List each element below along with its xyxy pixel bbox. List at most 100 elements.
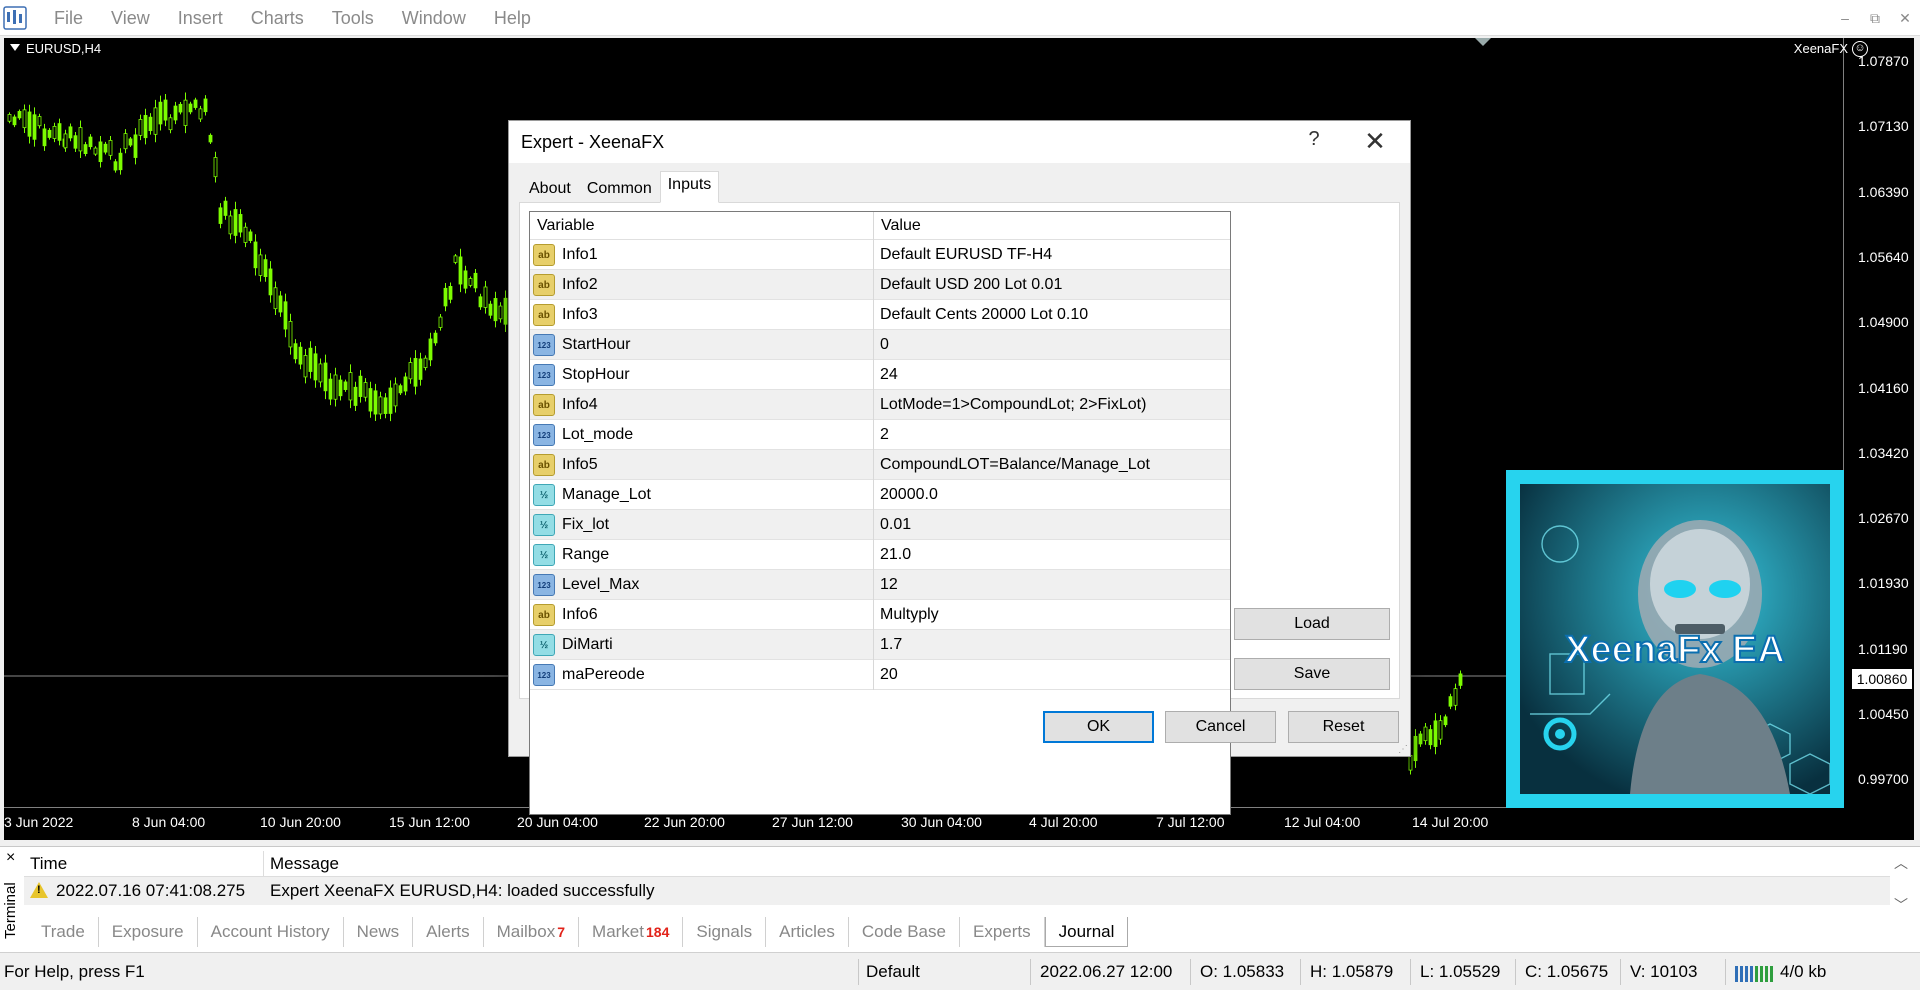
- terminal-tab-alerts[interactable]: Alerts: [413, 917, 484, 947]
- input-row[interactable]: 123 Level_Max 12: [530, 570, 1230, 600]
- scroll-down-icon[interactable]: ﹀: [1894, 895, 1908, 915]
- tab-common[interactable]: Common: [579, 173, 660, 203]
- input-variable-cell[interactable]: ½ Manage_Lot: [530, 480, 874, 510]
- input-row[interactable]: ab Info6 Multyply: [530, 600, 1230, 630]
- load-button[interactable]: Load: [1234, 608, 1390, 640]
- input-value[interactable]: 0.01: [874, 510, 1230, 540]
- input-row[interactable]: 123 maPereode 20: [530, 660, 1230, 690]
- terminal-tab-journal[interactable]: Journal: [1044, 917, 1129, 947]
- minimize-icon[interactable]: –: [1830, 0, 1860, 36]
- input-variable-cell[interactable]: 123 StopHour: [530, 360, 874, 390]
- column-header-variable[interactable]: Variable: [530, 212, 874, 240]
- candle-body: [163, 99, 168, 121]
- input-variable-cell[interactable]: ab Info3: [530, 300, 874, 330]
- input-row[interactable]: ab Info5 CompoundLOT=Balance/Manage_Lot: [530, 450, 1230, 480]
- menu-window[interactable]: Window: [388, 0, 480, 36]
- terminal-tab-articles[interactable]: Articles: [766, 917, 849, 947]
- menu-tools[interactable]: Tools: [318, 0, 388, 36]
- input-row[interactable]: ½ DiMarti 1.7: [530, 630, 1230, 660]
- candle-body: [353, 386, 358, 406]
- terminal-tab-exposure[interactable]: Exposure: [99, 917, 198, 947]
- input-variable-cell[interactable]: ab Info2: [530, 270, 874, 300]
- column-header-message[interactable]: Message: [264, 851, 1864, 877]
- close-window-icon[interactable]: ✕: [1890, 0, 1920, 36]
- input-value[interactable]: CompoundLOT=Balance/Manage_Lot: [874, 450, 1230, 480]
- terminal-tab-mailbox[interactable]: Mailbox 7: [484, 917, 580, 947]
- tab-inputs[interactable]: Inputs: [659, 171, 720, 203]
- terminal-tab-signals[interactable]: Signals: [683, 917, 767, 947]
- input-variable-cell[interactable]: 123 Lot_mode: [530, 420, 874, 450]
- terminal-tab-market[interactable]: Market 184: [579, 917, 684, 947]
- input-value[interactable]: 0: [874, 330, 1230, 360]
- terminal-close-icon[interactable]: ×: [6, 849, 15, 867]
- input-variable-cell[interactable]: 123 maPereode: [530, 660, 874, 690]
- reset-button[interactable]: Reset: [1288, 711, 1399, 743]
- input-row[interactable]: ½ Manage_Lot 20000.0: [530, 480, 1230, 510]
- candle-body: [218, 207, 223, 224]
- terminal-tab-account-history[interactable]: Account History: [198, 917, 344, 947]
- input-row[interactable]: ab Info4 LotMode=1>CompoundLot; 2>FixLot): [530, 390, 1230, 420]
- terminal-tab-news[interactable]: News: [344, 917, 414, 947]
- input-variable-cell[interactable]: ab Info5: [530, 450, 874, 480]
- input-row[interactable]: ½ Range 21.0: [530, 540, 1230, 570]
- input-value[interactable]: 2: [874, 420, 1230, 450]
- column-header-time[interactable]: Time: [24, 851, 264, 877]
- input-row[interactable]: ab Info2 Default USD 200 Lot 0.01: [530, 270, 1230, 300]
- input-variable-cell[interactable]: ab Info1: [530, 240, 874, 270]
- scroll-up-icon[interactable]: ︿: [1894, 853, 1908, 873]
- input-variable-cell[interactable]: ab Info6: [530, 600, 874, 630]
- input-variable-cell[interactable]: ½ DiMarti: [530, 630, 874, 660]
- input-value[interactable]: 12: [874, 570, 1230, 600]
- input-row[interactable]: ab Info1 Default EURUSD TF-H4: [530, 240, 1230, 270]
- input-value[interactable]: 24: [874, 360, 1230, 390]
- candle-body: [133, 134, 138, 158]
- journal-time: 2022.07.16 07:41:08.275: [56, 881, 246, 900]
- input-value[interactable]: 1.7: [874, 630, 1230, 660]
- input-value[interactable]: Multyply: [874, 600, 1230, 630]
- input-value[interactable]: Default EURUSD TF-H4: [874, 240, 1230, 270]
- menu-charts[interactable]: Charts: [237, 0, 318, 36]
- tab-about[interactable]: About: [521, 173, 579, 203]
- ok-button[interactable]: OK: [1043, 711, 1154, 743]
- input-variable-cell[interactable]: ½ Range: [530, 540, 874, 570]
- cancel-button[interactable]: Cancel: [1165, 711, 1276, 743]
- menu-help[interactable]: Help: [480, 0, 545, 36]
- input-variable-cell[interactable]: 123 Level_Max: [530, 570, 874, 600]
- input-value[interactable]: 20000.0: [874, 480, 1230, 510]
- input-row[interactable]: ab Info3 Default Cents 20000 Lot 0.10: [530, 300, 1230, 330]
- candle-body: [478, 296, 483, 308]
- terminal-tab-trade[interactable]: Trade: [28, 917, 99, 947]
- menu-file[interactable]: File: [40, 0, 97, 36]
- input-variable-cell[interactable]: ab Info4: [530, 390, 874, 420]
- symbol-dropdown-icon[interactable]: [10, 44, 20, 51]
- input-value[interactable]: LotMode=1>CompoundLot; 2>FixLot): [874, 390, 1230, 420]
- input-row[interactable]: 123 Lot_mode 2: [530, 420, 1230, 450]
- status-profile[interactable]: Default: [866, 953, 920, 990]
- restore-icon[interactable]: ⧉: [1860, 0, 1890, 36]
- input-variable-cell[interactable]: 123 StartHour: [530, 330, 874, 360]
- dialog-titlebar[interactable]: Expert - XeenaFX ? ✕: [509, 121, 1410, 163]
- chart-shift-marker-icon[interactable]: [1475, 38, 1491, 46]
- menu-view[interactable]: View: [97, 0, 164, 36]
- input-value[interactable]: Default USD 200 Lot 0.01: [874, 270, 1230, 300]
- close-icon[interactable]: ✕: [1357, 126, 1393, 158]
- input-value[interactable]: 20: [874, 660, 1230, 690]
- candle-body: [12, 116, 17, 126]
- journal-row[interactable]: ! 2022.07.16 07:41:08.275 Expert XeenaFX…: [24, 877, 1890, 905]
- input-row[interactable]: 123 StopHour 24: [530, 360, 1230, 390]
- candle-body: [1448, 696, 1453, 707]
- resize-grip-icon[interactable]: ⋰: [1398, 744, 1408, 755]
- input-value[interactable]: Default Cents 20000 Lot 0.10: [874, 300, 1230, 330]
- terminal-tab-code-base[interactable]: Code Base: [849, 917, 960, 947]
- input-value[interactable]: 21.0: [874, 540, 1230, 570]
- menu-insert[interactable]: Insert: [164, 0, 237, 36]
- input-variable-cell[interactable]: ½ Fix_lot: [530, 510, 874, 540]
- input-row[interactable]: ½ Fix_lot 0.01: [530, 510, 1230, 540]
- candle-body: [1418, 733, 1423, 745]
- terminal-tab-experts[interactable]: Experts: [960, 917, 1045, 947]
- help-button[interactable]: ?: [1299, 128, 1329, 156]
- input-row[interactable]: 123 StartHour 0: [530, 330, 1230, 360]
- candle-body: [128, 138, 133, 146]
- column-header-value[interactable]: Value: [874, 212, 1230, 240]
- save-button[interactable]: Save: [1234, 658, 1390, 690]
